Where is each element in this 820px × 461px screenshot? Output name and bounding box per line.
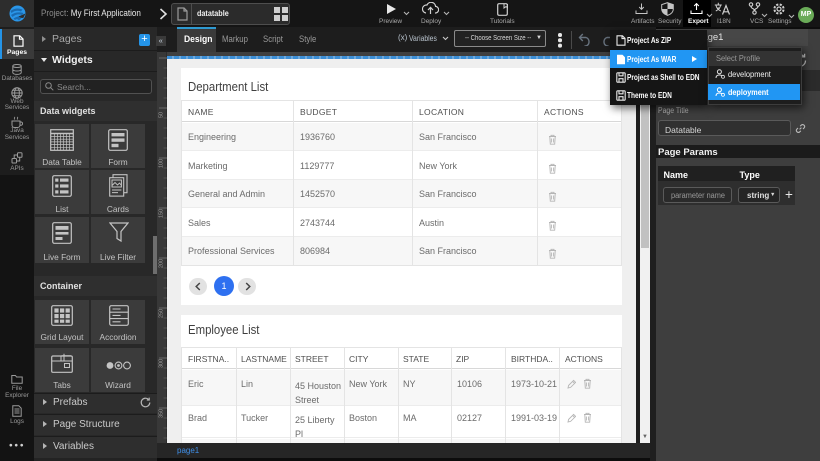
svg-text:350: 350 (159, 409, 165, 418)
svg-text:200: 200 (159, 259, 165, 268)
svg-text:50: 50 (159, 112, 165, 118)
svg-text:250: 250 (159, 309, 165, 318)
svg-text:100: 100 (159, 159, 165, 168)
svg-text:150: 150 (159, 209, 165, 218)
svg-text:300: 300 (159, 359, 165, 368)
